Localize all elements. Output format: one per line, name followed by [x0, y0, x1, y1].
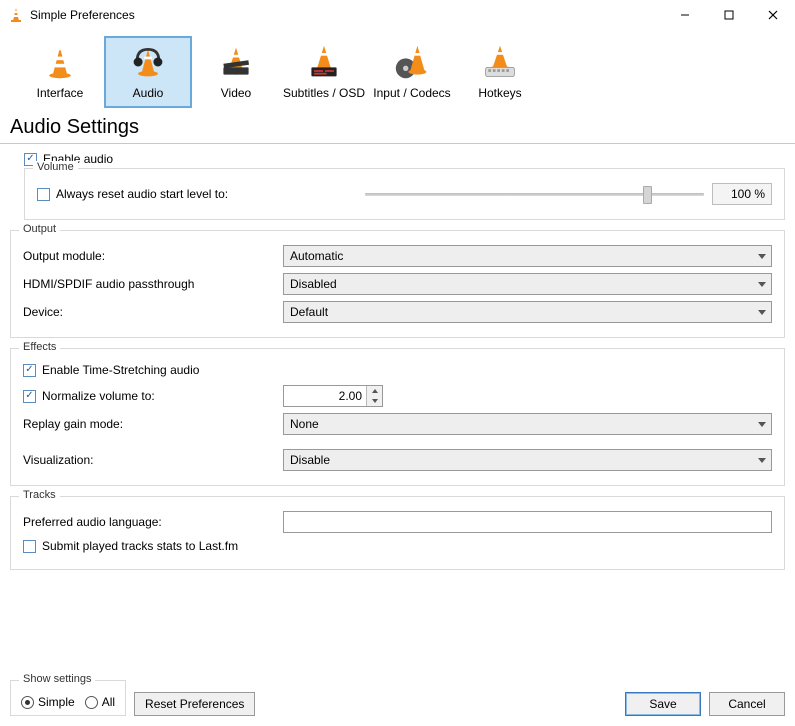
radio-label: All	[102, 695, 115, 709]
radio-label: Simple	[38, 695, 75, 709]
category-label: Subtitles / OSD	[283, 86, 365, 100]
save-button[interactable]: Save	[625, 692, 701, 716]
tracks-group: Tracks Preferred audio language: Submit …	[10, 496, 785, 570]
volume-group: Volume Always reset audio start level to…	[24, 168, 785, 220]
category-label: Video	[221, 86, 251, 100]
category-audio[interactable]: Audio	[104, 36, 192, 108]
category-video[interactable]: Video	[192, 36, 280, 108]
disc-cone-icon	[392, 42, 432, 82]
category-label: Hotkeys	[478, 86, 521, 100]
volume-percent-display: 100 %	[712, 183, 772, 205]
slider-thumb[interactable]	[643, 186, 652, 204]
visualization-select[interactable]: Disable	[283, 449, 772, 471]
category-subtitles[interactable]: Subtitles / OSD	[280, 36, 368, 108]
show-settings-group: Show settings Simple All	[10, 680, 126, 716]
footer-bar: Show settings Simple All Reset Preferenc…	[10, 680, 785, 716]
group-title: Output	[19, 223, 60, 235]
device-label: Device:	[23, 305, 283, 319]
category-hotkeys[interactable]: Hotkeys	[456, 36, 544, 108]
minimize-button[interactable]	[663, 0, 707, 30]
output-module-label: Output module:	[23, 249, 283, 263]
always-reset-checkbox[interactable]	[37, 188, 50, 201]
always-reset-label: Always reset audio start level to:	[56, 187, 228, 201]
maximize-button[interactable]	[707, 0, 751, 30]
volume-slider[interactable]	[365, 193, 704, 196]
effects-group: Effects Enable Time-Stretching audio Nor…	[10, 348, 785, 486]
normalize-value: 2.00	[284, 386, 366, 406]
device-select[interactable]: Default	[283, 301, 772, 323]
page-title: Audio Settings	[0, 110, 795, 144]
reset-preferences-button[interactable]: Reset Preferences	[134, 692, 255, 716]
clapper-cone-icon	[216, 42, 256, 82]
category-label: Input / Codecs	[373, 86, 450, 100]
subtitle-cone-icon	[304, 42, 344, 82]
category-row: Interface Audio Video Subtitles / OSD In…	[0, 30, 795, 110]
lastfm-checkbox[interactable]	[23, 540, 36, 553]
cone-icon	[40, 42, 80, 82]
category-label: Audio	[133, 86, 164, 100]
replay-gain-label: Replay gain mode:	[23, 417, 283, 431]
normalize-label: Normalize volume to:	[42, 389, 155, 403]
output-module-select[interactable]: Automatic	[283, 245, 772, 267]
preferred-language-label: Preferred audio language:	[23, 515, 283, 529]
visualization-label: Visualization:	[23, 453, 283, 467]
group-title: Tracks	[19, 489, 60, 501]
category-input-codecs[interactable]: Input / Codecs	[368, 36, 456, 108]
hdmi-passthrough-select[interactable]: Disabled	[283, 273, 772, 295]
replay-gain-select[interactable]: None	[283, 413, 772, 435]
spinner-up-button[interactable]	[367, 386, 382, 396]
show-settings-simple-radio[interactable]: Simple	[21, 695, 75, 709]
cancel-button[interactable]: Cancel	[709, 692, 785, 716]
show-settings-title: Show settings	[19, 673, 95, 685]
radio-dot-icon	[85, 696, 98, 709]
show-settings-all-radio[interactable]: All	[85, 695, 115, 709]
window-title: Simple Preferences	[30, 8, 135, 22]
normalize-value-spinner[interactable]: 2.00	[283, 385, 383, 407]
group-title: Effects	[19, 341, 60, 353]
group-title: Volume	[33, 161, 78, 173]
output-group: Output Output module: Automatic HDMI/SPD…	[10, 230, 785, 338]
spinner-down-button[interactable]	[367, 396, 382, 406]
vlc-app-icon	[8, 7, 24, 23]
category-interface[interactable]: Interface	[16, 36, 104, 108]
lastfm-label: Submit played tracks stats to Last.fm	[42, 539, 238, 553]
normalize-checkbox[interactable]	[23, 390, 36, 403]
time-stretch-checkbox[interactable]	[23, 364, 36, 377]
radio-dot-icon	[21, 696, 34, 709]
keyboard-cone-icon	[480, 42, 520, 82]
category-label: Interface	[37, 86, 84, 100]
close-button[interactable]	[751, 0, 795, 30]
headphones-cone-icon	[128, 42, 168, 82]
time-stretch-label: Enable Time-Stretching audio	[42, 363, 199, 377]
titlebar: Simple Preferences	[0, 0, 795, 30]
preferred-language-input[interactable]	[283, 511, 772, 533]
hdmi-passthrough-label: HDMI/SPDIF audio passthrough	[23, 277, 283, 291]
